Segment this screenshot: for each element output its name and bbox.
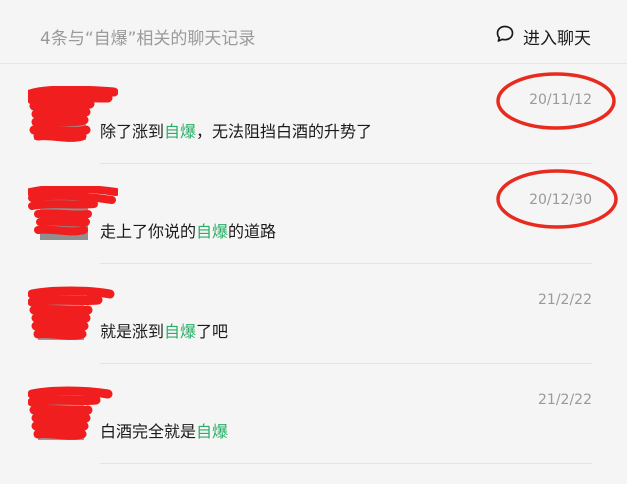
search-result-title: 4条与“自爆”相关的聊天记录 <box>40 29 256 49</box>
list-item[interactable]: 走上了你说的自爆的道路 20/12/30 <box>0 164 627 264</box>
enter-chat-button[interactable]: 进入聊天 <box>495 24 591 49</box>
row-divider <box>100 463 592 464</box>
header: 4条与“自爆”相关的聊天记录 进入聊天 <box>0 0 627 64</box>
message-text-before: 就是涨到 <box>100 322 165 341</box>
message-text: 走上了你说的自爆的道路 <box>100 218 276 242</box>
list-item[interactable]: 就是涨到自爆了吧 21/2/22 <box>0 264 627 364</box>
chat-bubble-icon <box>495 24 515 49</box>
list-item[interactable]: 白酒完全就是自爆 21/2/22 <box>0 364 627 464</box>
message-text: 白酒完全就是自爆 <box>100 418 228 442</box>
message-date: 21/2/22 <box>538 292 592 308</box>
message-keyword: 自爆 <box>164 122 197 141</box>
message-keyword: 自爆 <box>196 222 229 241</box>
message-text: 就是涨到自爆了吧 <box>100 318 228 342</box>
list-item[interactable]: 除了涨到自爆，无法阻挡白酒的升势了 20/11/12 <box>0 64 627 164</box>
avatar-redacted <box>28 186 118 244</box>
message-text-before: 走上了你说的 <box>100 222 197 241</box>
message-date: 20/12/30 <box>529 192 592 208</box>
message-date: 20/11/12 <box>529 92 592 108</box>
message-text-after: 了吧 <box>196 322 229 341</box>
avatar-redacted <box>28 386 113 444</box>
message-text-before: 除了涨到 <box>100 122 165 141</box>
avatar-redacted <box>28 286 115 344</box>
message-text-after: 的道路 <box>228 222 277 241</box>
enter-chat-label: 进入聊天 <box>523 29 591 49</box>
chat-record-list: 除了涨到自爆，无法阻挡白酒的升势了 20/11/12 走上了你说的自爆的道路 2… <box>0 64 627 464</box>
message-text-before: 白酒完全就是 <box>100 422 197 441</box>
message-keyword: 自爆 <box>196 422 229 441</box>
avatar-redacted <box>28 86 118 144</box>
message-text-after: ，无法阻挡白酒的升势了 <box>196 122 373 141</box>
message-text: 除了涨到自爆，无法阻挡白酒的升势了 <box>100 118 372 142</box>
message-keyword: 自爆 <box>164 322 197 341</box>
message-date: 21/2/22 <box>538 392 592 408</box>
